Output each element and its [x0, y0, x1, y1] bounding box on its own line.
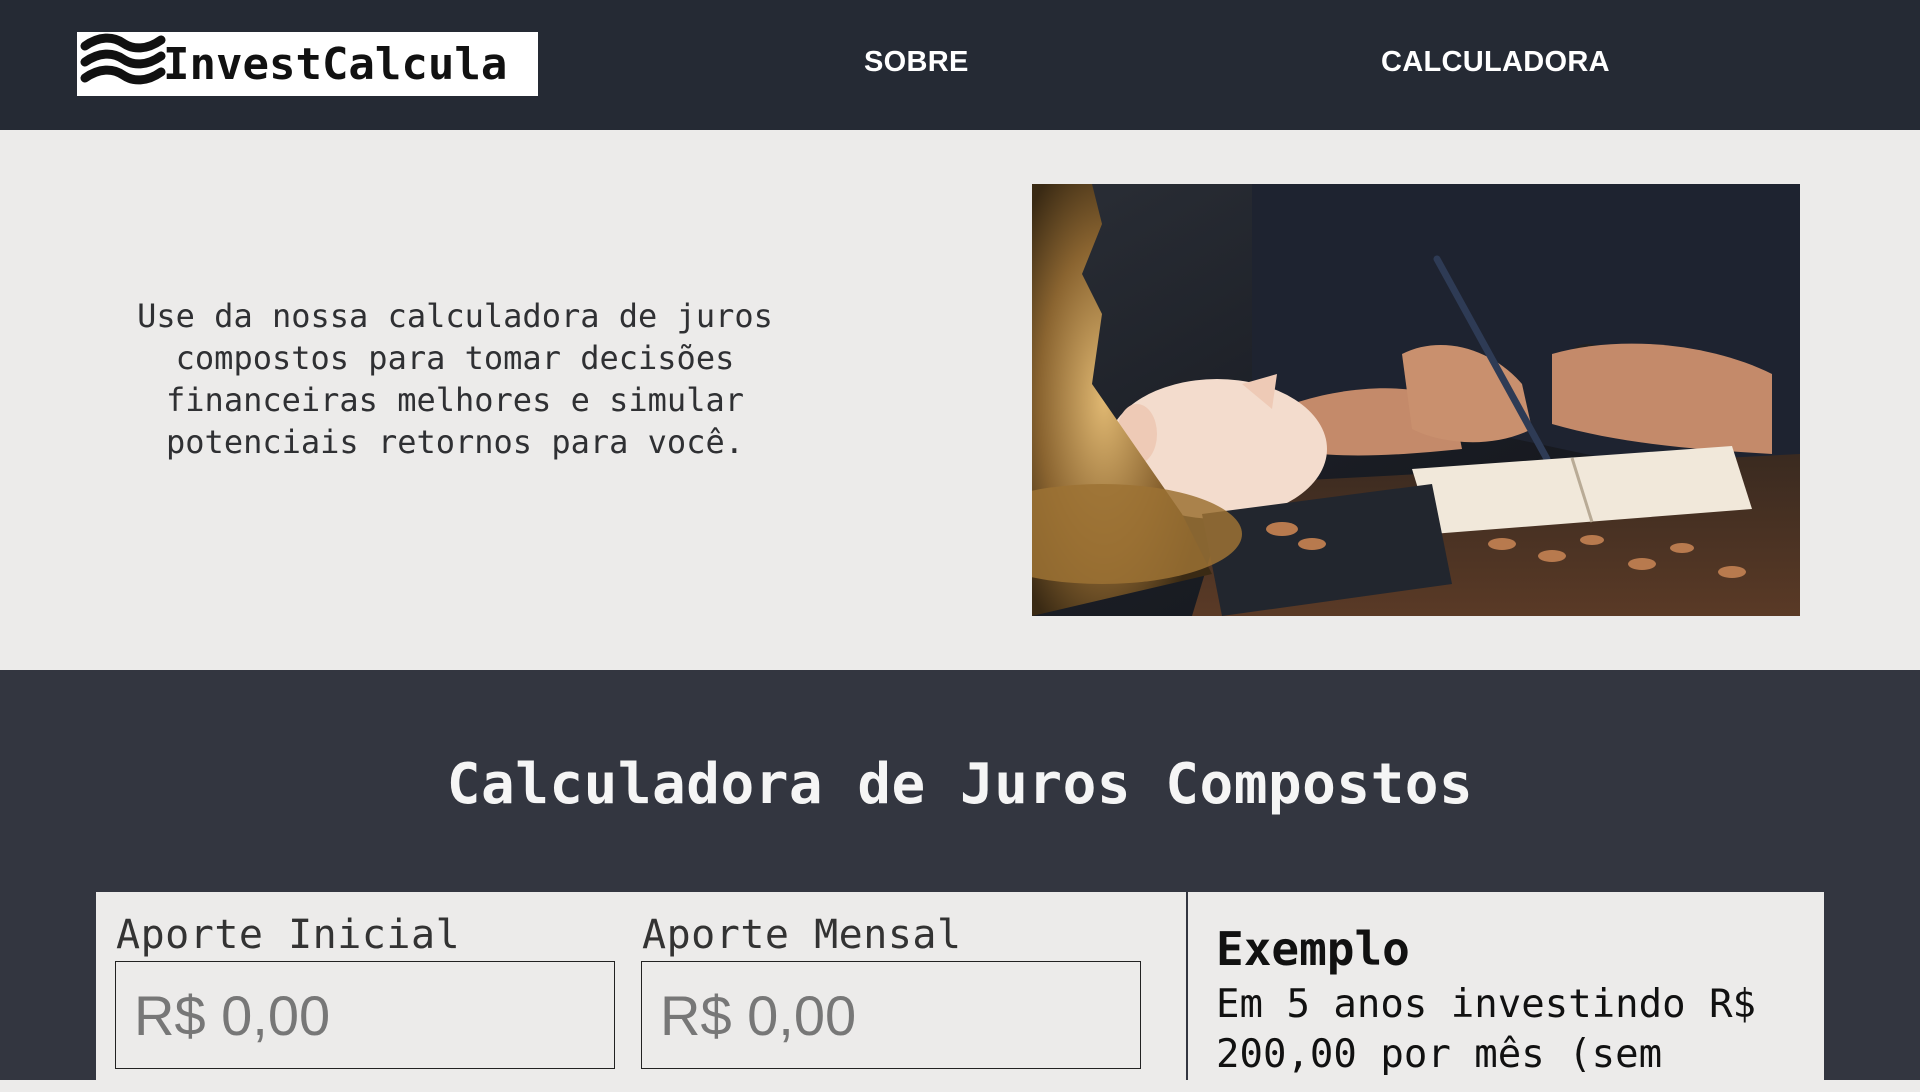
nav-link-sobre[interactable]: SOBRE	[864, 46, 969, 79]
hero-photo	[1032, 184, 1800, 616]
calculator-form: Aporte Inicial Aporte Mensal	[96, 892, 1186, 1092]
nav-link-calculadora[interactable]: CALCULADORA	[1381, 46, 1610, 79]
monthly-contribution-input[interactable]	[641, 961, 1141, 1069]
example-title: Exemplo	[1216, 922, 1410, 976]
hero-description: Use da nossa calculadora de juros compos…	[137, 297, 773, 461]
hero-section: Use da nossa calculadora de juros compos…	[0, 130, 1920, 670]
calculator-section: Calculadora de Juros Compostos Aporte In…	[0, 670, 1920, 1092]
example-panel: Exemplo Em 5 anos investindo R$ 200,00 p…	[1188, 892, 1824, 1092]
top-navigation-bar: InvestCalcula SOBRE CALCULADORA	[0, 0, 1920, 130]
logo-link[interactable]: InvestCalcula	[77, 32, 538, 96]
monthly-contribution-label: Aporte Mensal	[642, 912, 962, 958]
initial-contribution-input[interactable]	[115, 961, 615, 1069]
waves-logo-icon	[80, 33, 166, 85]
photo-person-writing-icon	[1032, 184, 1800, 616]
calculator-title: Calculadora de Juros Compostos	[446, 752, 1474, 817]
initial-contribution-label: Aporte Inicial	[116, 912, 461, 958]
logo-text: InvestCalcula	[163, 38, 508, 90]
example-text: Em 5 anos investindo R$ 200,00 por mês (…	[1216, 982, 1757, 1077]
